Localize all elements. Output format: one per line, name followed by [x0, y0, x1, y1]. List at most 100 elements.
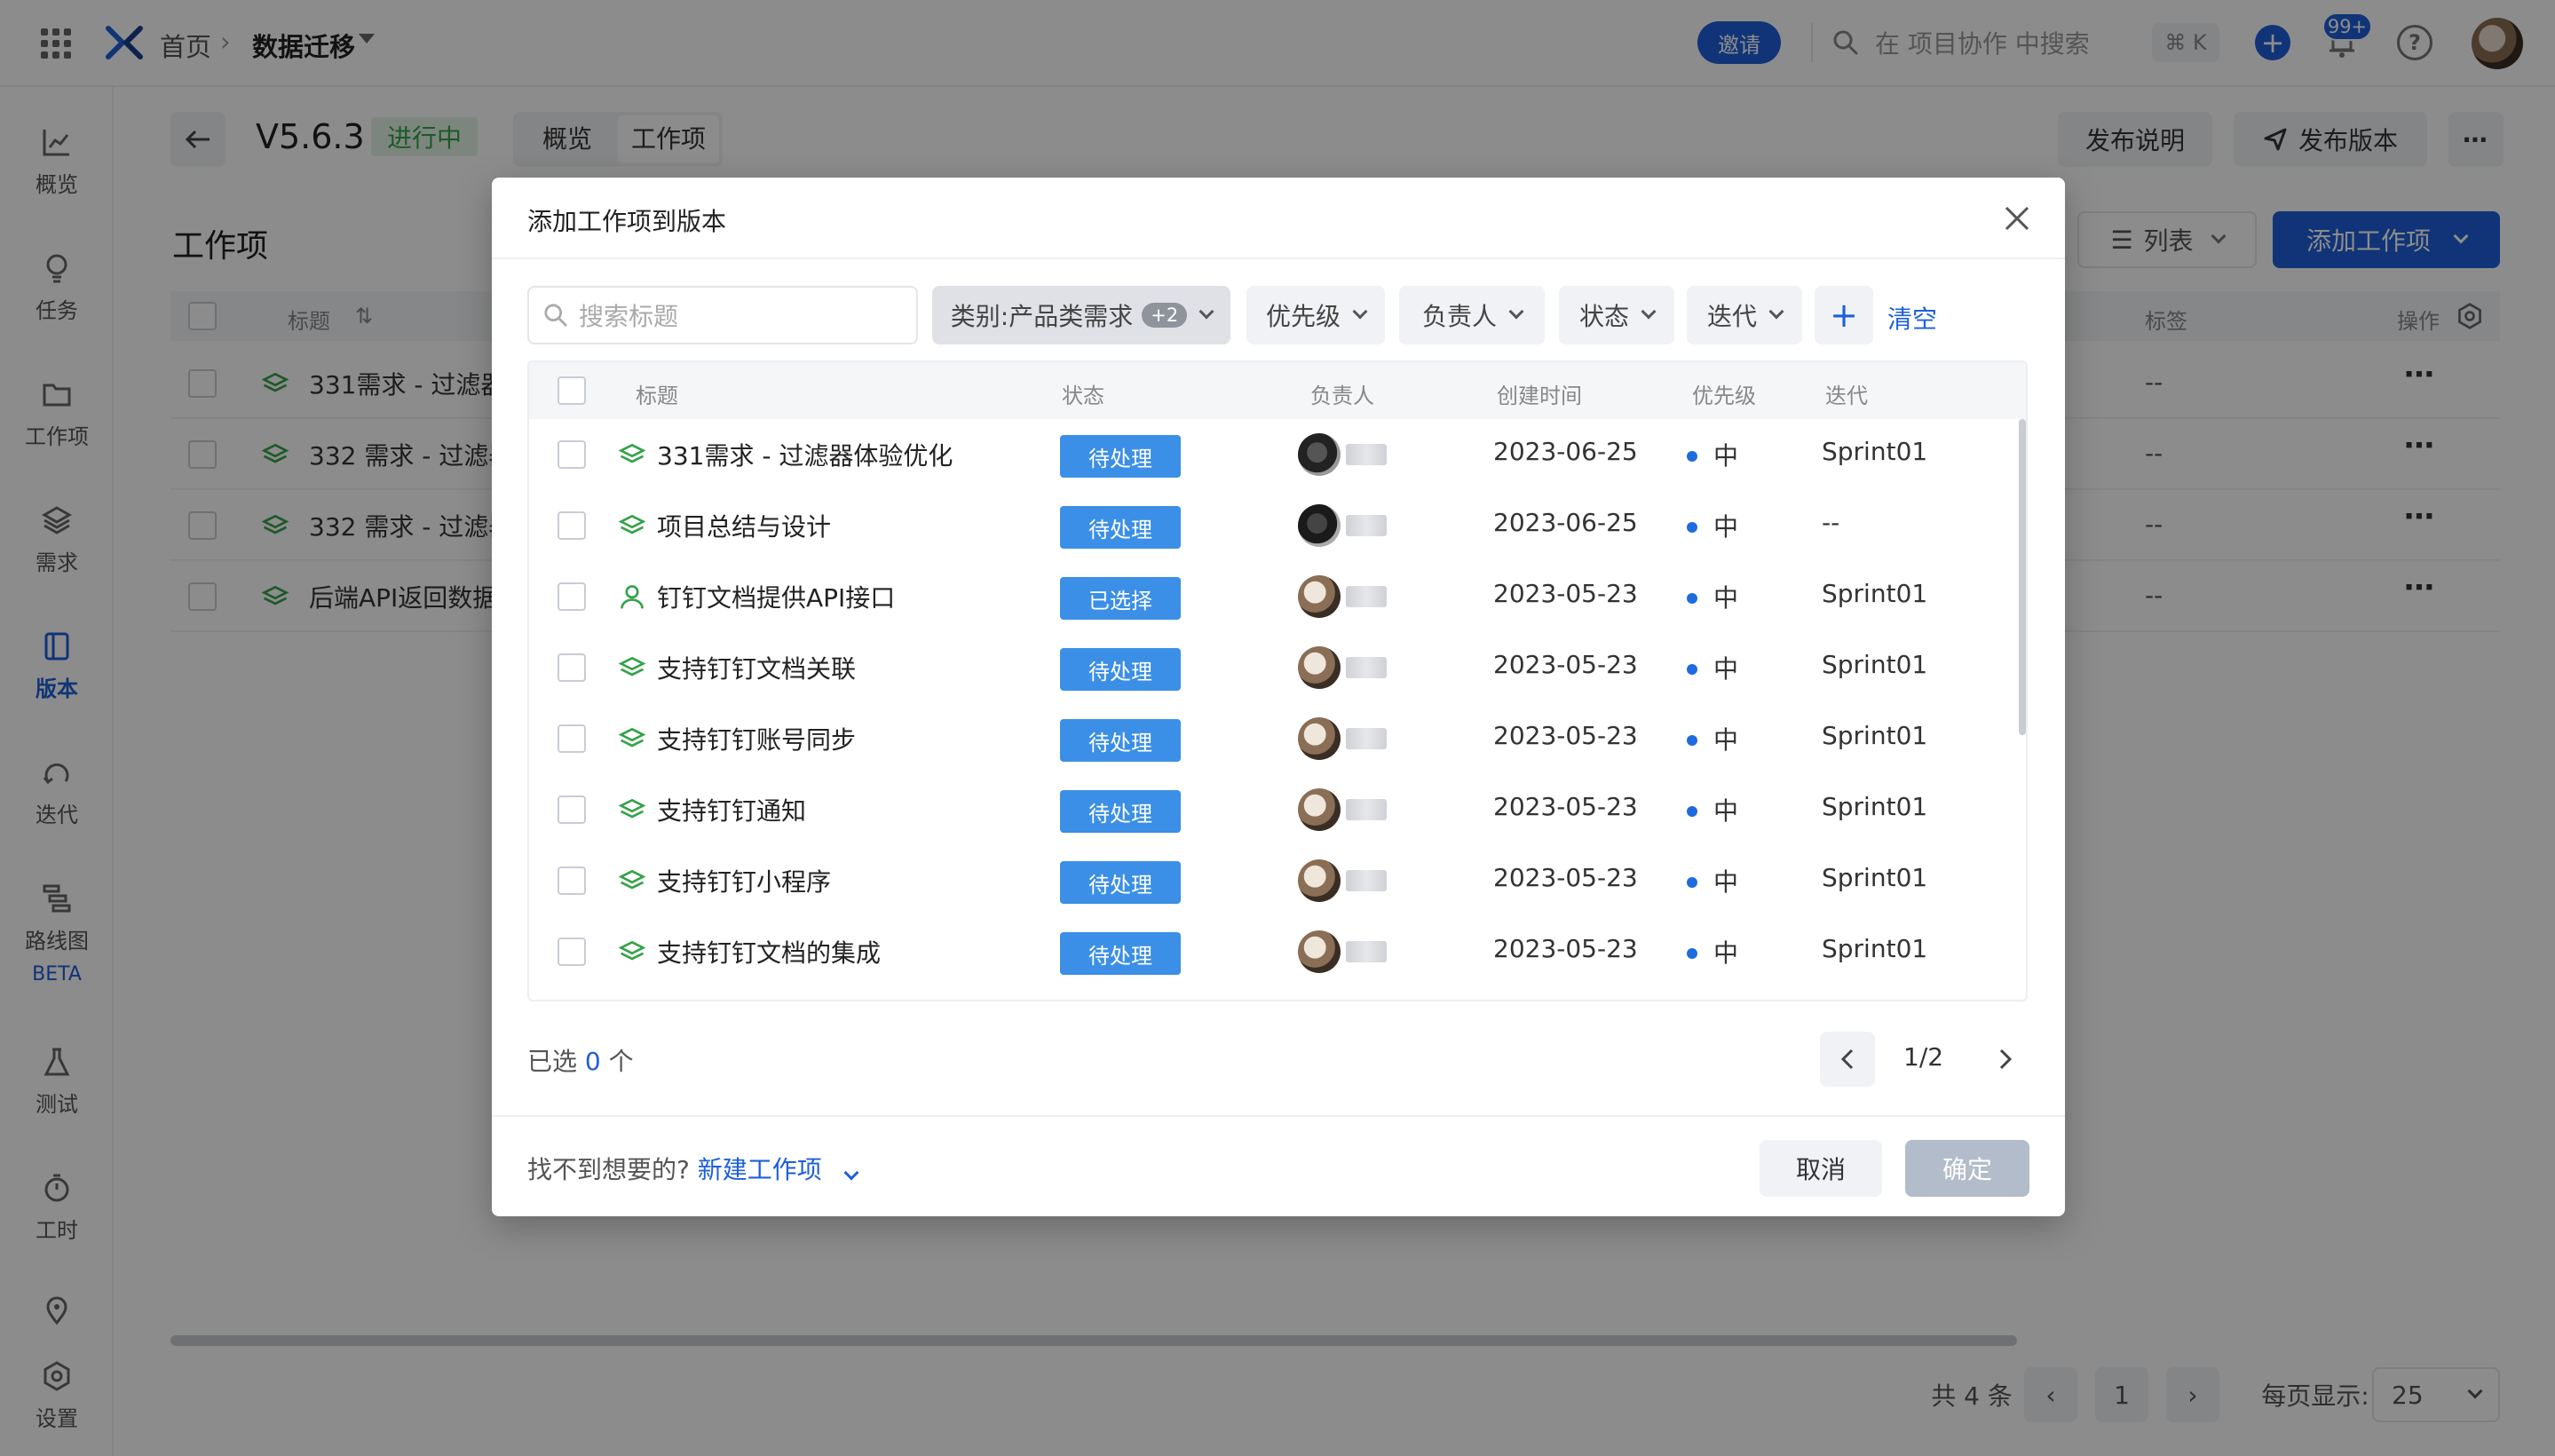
chevron-down-icon[interactable] [843, 1165, 859, 1181]
chevron-down-icon [1508, 304, 1524, 320]
assignee-name-redacted [1346, 586, 1387, 607]
priority-value: 中 [1713, 512, 1739, 542]
priority-value: 中 [1713, 867, 1739, 897]
workitem-picker-table: 标题 状态 负责人 创建时间 优先级 迭代 331需求 - 过滤器体验优化待处理… [527, 360, 2028, 1001]
priority-dot-icon [1687, 735, 1697, 746]
assignee-name-redacted [1346, 515, 1387, 536]
page-indicator: 1/2 [1903, 1042, 1944, 1072]
created-date: 2023-05-23 [1493, 792, 1638, 821]
new-workitem-link[interactable]: 新建工作项 [698, 1155, 822, 1184]
priority-dot-icon [1687, 806, 1697, 817]
status-badge: 待处理 [1060, 648, 1181, 691]
status-badge: 待处理 [1060, 790, 1181, 833]
row-checkbox[interactable] [558, 511, 586, 540]
iteration-filter[interactable]: 迭代 [1687, 286, 1802, 344]
user-icon [621, 585, 644, 609]
assignee-filter[interactable]: 负责人 [1399, 286, 1545, 344]
priority-value: 中 [1713, 441, 1739, 471]
chevron-down-icon [1352, 304, 1368, 320]
priority-dot-icon [1687, 664, 1697, 675]
clear-filters-link[interactable]: 清空 [1887, 300, 1937, 336]
created-date: 2023-06-25 [1493, 508, 1638, 537]
cancel-button[interactable]: 取消 [1760, 1140, 1882, 1197]
row-checkbox[interactable] [558, 440, 586, 469]
list-item[interactable]: 支持钉钉账号同步 待处理 2023-05-23 中 Sprint01 [529, 703, 2026, 774]
priority-dot-icon [1687, 451, 1697, 462]
chevron-down-icon [1768, 304, 1784, 320]
row-title: 支持钉钉文档关联 [657, 654, 857, 684]
column-status: 状态 [1062, 384, 1104, 408]
assignee-name-redacted [1346, 941, 1387, 962]
list-item[interactable]: 支持钉钉小程序 待处理 2023-05-23 中 Sprint01 [529, 845, 2026, 916]
priority-value: 中 [1713, 725, 1739, 755]
row-title: 项目总结与设计 [657, 512, 832, 542]
vertical-scrollbar[interactable] [2019, 419, 2026, 735]
row-title: 支持钉钉账号同步 [657, 725, 857, 755]
list-item[interactable]: 331需求 - 过滤器体验优化 待处理 2023-06-25 中 Sprint01 [529, 419, 2026, 490]
created-date: 2023-05-23 [1493, 863, 1638, 892]
status-filter[interactable]: 状态 [1559, 286, 1674, 344]
priority-filter[interactable]: 优先级 [1246, 286, 1385, 344]
row-checkbox[interactable] [558, 653, 586, 682]
layers-icon [618, 727, 646, 748]
category-count-badge: +2 [1142, 303, 1188, 328]
title-search-input[interactable]: 搜索标题 [527, 286, 918, 344]
avatar [1298, 433, 1341, 476]
row-title: 支持钉钉小程序 [657, 867, 832, 897]
status-badge: 待处理 [1060, 506, 1181, 549]
list-item[interactable]: 支持钉钉文档的集成 待处理 2023-05-23 中 Sprint01 [529, 916, 2026, 987]
row-checkbox[interactable] [558, 866, 586, 895]
selected-count: 0 [584, 1047, 601, 1076]
assignee-name-redacted [1346, 870, 1387, 891]
category-filter[interactable]: 类别:产品类需求 +2 [932, 286, 1230, 344]
layers-icon [618, 869, 646, 890]
layers-icon [618, 656, 646, 677]
layers-icon [618, 940, 646, 961]
iteration-value: Sprint01 [1822, 934, 1928, 963]
created-date: 2023-05-23 [1493, 650, 1638, 679]
row-checkbox[interactable] [558, 795, 586, 824]
close-icon[interactable] [2001, 202, 2033, 234]
assignee-name-redacted [1346, 728, 1387, 749]
select-all-checkbox[interactable] [558, 376, 586, 405]
row-checkbox[interactable] [558, 938, 586, 966]
add-filter-button[interactable]: + [1815, 286, 1873, 344]
iteration-value: Sprint01 [1822, 437, 1928, 466]
row-title: 钉钉文档提供API接口 [657, 583, 896, 613]
assignee-filter-label: 负责人 [1421, 302, 1497, 331]
column-priority: 优先级 [1692, 384, 1756, 408]
iteration-value: -- [1822, 508, 1840, 537]
priority-dot-icon [1687, 877, 1697, 888]
row-checkbox[interactable] [558, 724, 586, 753]
iteration-value: Sprint01 [1822, 721, 1928, 750]
priority-value: 中 [1713, 796, 1739, 826]
prev-page-button[interactable] [1820, 1032, 1875, 1087]
add-to-version-dialog: 添加工作项到版本 搜索标题 类别:产品类需求 +2 优先级 负责人 状态 迭代 … [492, 178, 2065, 1216]
priority-dot-icon [1687, 522, 1697, 533]
confirm-button[interactable]: 确定 [1905, 1140, 2029, 1197]
row-title: 331需求 - 过滤器体验优化 [657, 441, 953, 471]
avatar [1298, 930, 1341, 973]
chevron-left-icon [1840, 1048, 1854, 1070]
priority-value: 中 [1713, 938, 1739, 968]
list-item[interactable]: 支持钉钉文档关联 待处理 2023-05-23 中 Sprint01 [529, 632, 2026, 703]
chevron-down-icon [1641, 304, 1657, 320]
status-filter-label: 状态 [1578, 302, 1629, 331]
divider [492, 1115, 2065, 1117]
list-item[interactable]: 项目总结与设计 待处理 2023-06-25 中 -- [529, 490, 2026, 561]
picker-table-header: 标题 状态 负责人 创建时间 优先级 迭代 [529, 362, 2026, 419]
list-item[interactable]: 支持钉钉通知 待处理 2023-05-23 中 Sprint01 [529, 774, 2026, 845]
column-assignee: 负责人 [1310, 384, 1374, 408]
status-badge: 待处理 [1060, 719, 1181, 762]
iteration-filter-label: 迭代 [1706, 302, 1757, 331]
created-date: 2023-05-23 [1493, 721, 1638, 750]
avatar [1298, 504, 1341, 547]
row-checkbox[interactable] [558, 582, 586, 611]
list-item[interactable]: 钉钉文档提供API接口 已选择 2023-05-23 中 Sprint01 [529, 561, 2026, 632]
row-title: 支持钉钉通知 [657, 796, 807, 826]
next-page-button[interactable] [1978, 1032, 2033, 1087]
iteration-value: Sprint01 [1822, 650, 1928, 679]
status-badge: 待处理 [1060, 932, 1181, 975]
priority-filter-label: 优先级 [1265, 302, 1341, 331]
column-title: 标题 [636, 384, 678, 408]
